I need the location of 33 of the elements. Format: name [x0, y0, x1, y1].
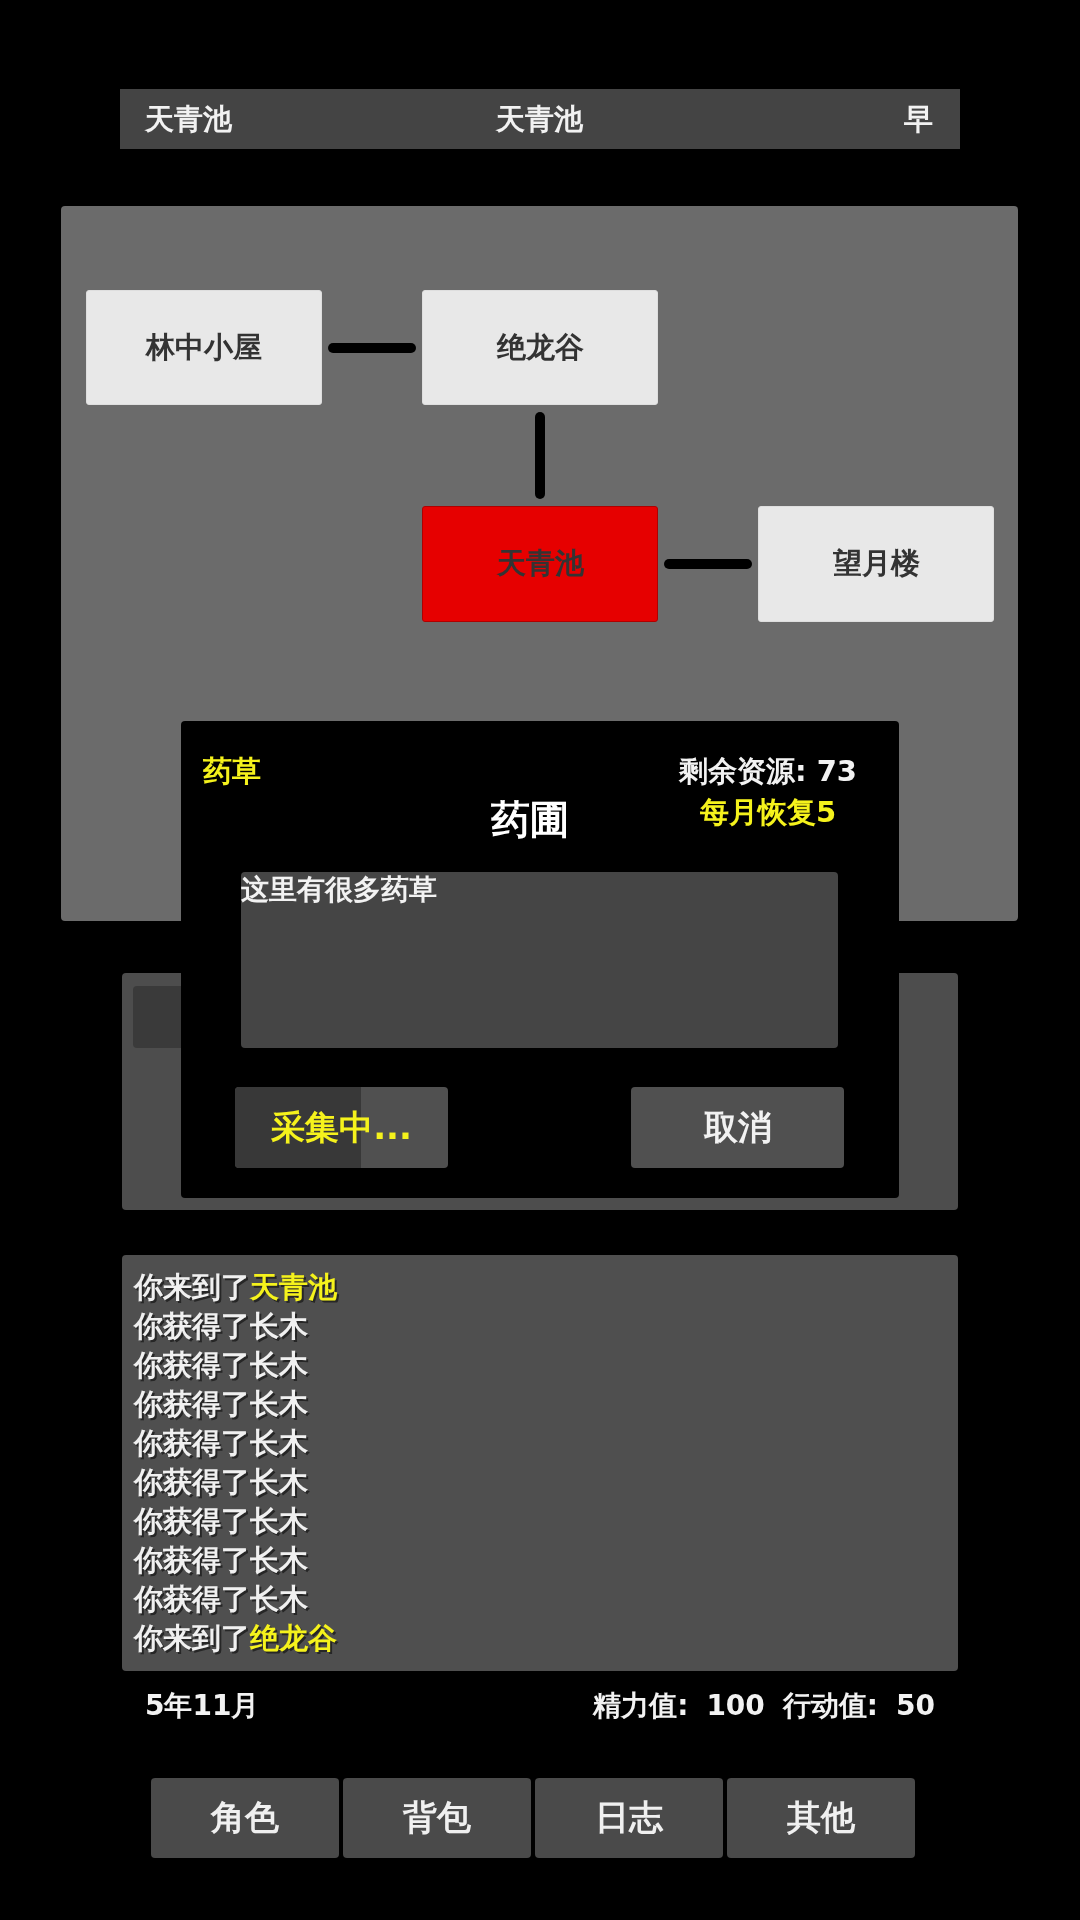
dialog-title: 药圃 [491, 796, 569, 844]
nav-button[interactable]: 其他 [727, 1778, 915, 1858]
log-line: 你获得了长木 [134, 1425, 308, 1462]
location-node[interactable]: 绝龙谷 [422, 290, 658, 405]
log-line: 你来到了绝龙谷 [134, 1620, 337, 1657]
log-line: 你获得了长木 [134, 1542, 308, 1579]
log-line: 你来到了天青池 [134, 1269, 337, 1306]
description-text: 这里有很多药草 [241, 872, 437, 908]
log-line: 你获得了长木 [134, 1347, 308, 1384]
log-line: 你获得了长木 [134, 1386, 308, 1423]
nav-button[interactable]: 日志 [535, 1778, 723, 1858]
log-line: 你获得了长木 [134, 1308, 308, 1345]
category-label: 药草 [203, 753, 261, 790]
cancel-button[interactable]: 取消 [631, 1087, 844, 1168]
nav-button[interactable]: 背包 [343, 1778, 531, 1858]
location-label: 天青池 [145, 101, 232, 137]
gather-button[interactable]: 采集中... [235, 1087, 448, 1168]
time-label: 早 [904, 101, 933, 137]
nav-button[interactable]: 角色 [151, 1778, 339, 1858]
regen-label: 每月恢复5 [699, 794, 837, 831]
log-line: 你获得了长木 [134, 1581, 308, 1618]
stat-label: 精力值: [593, 1688, 689, 1724]
remaining-label: 剩余资源: 73 [678, 753, 857, 790]
date-label: 5年11月 [145, 1688, 260, 1724]
stat-label: 行动值: [782, 1688, 879, 1724]
stat-value: 50 [896, 1688, 935, 1724]
log-line: 你获得了长木 [134, 1464, 308, 1501]
dark-tile [133, 986, 181, 1048]
location-node[interactable]: 林中小屋 [86, 290, 322, 405]
location-node[interactable]: 望月楼 [758, 506, 994, 622]
stat-value: 100 [706, 1688, 765, 1724]
log-line: 你获得了长木 [134, 1503, 308, 1540]
top-title: 天青池 [495, 101, 583, 137]
